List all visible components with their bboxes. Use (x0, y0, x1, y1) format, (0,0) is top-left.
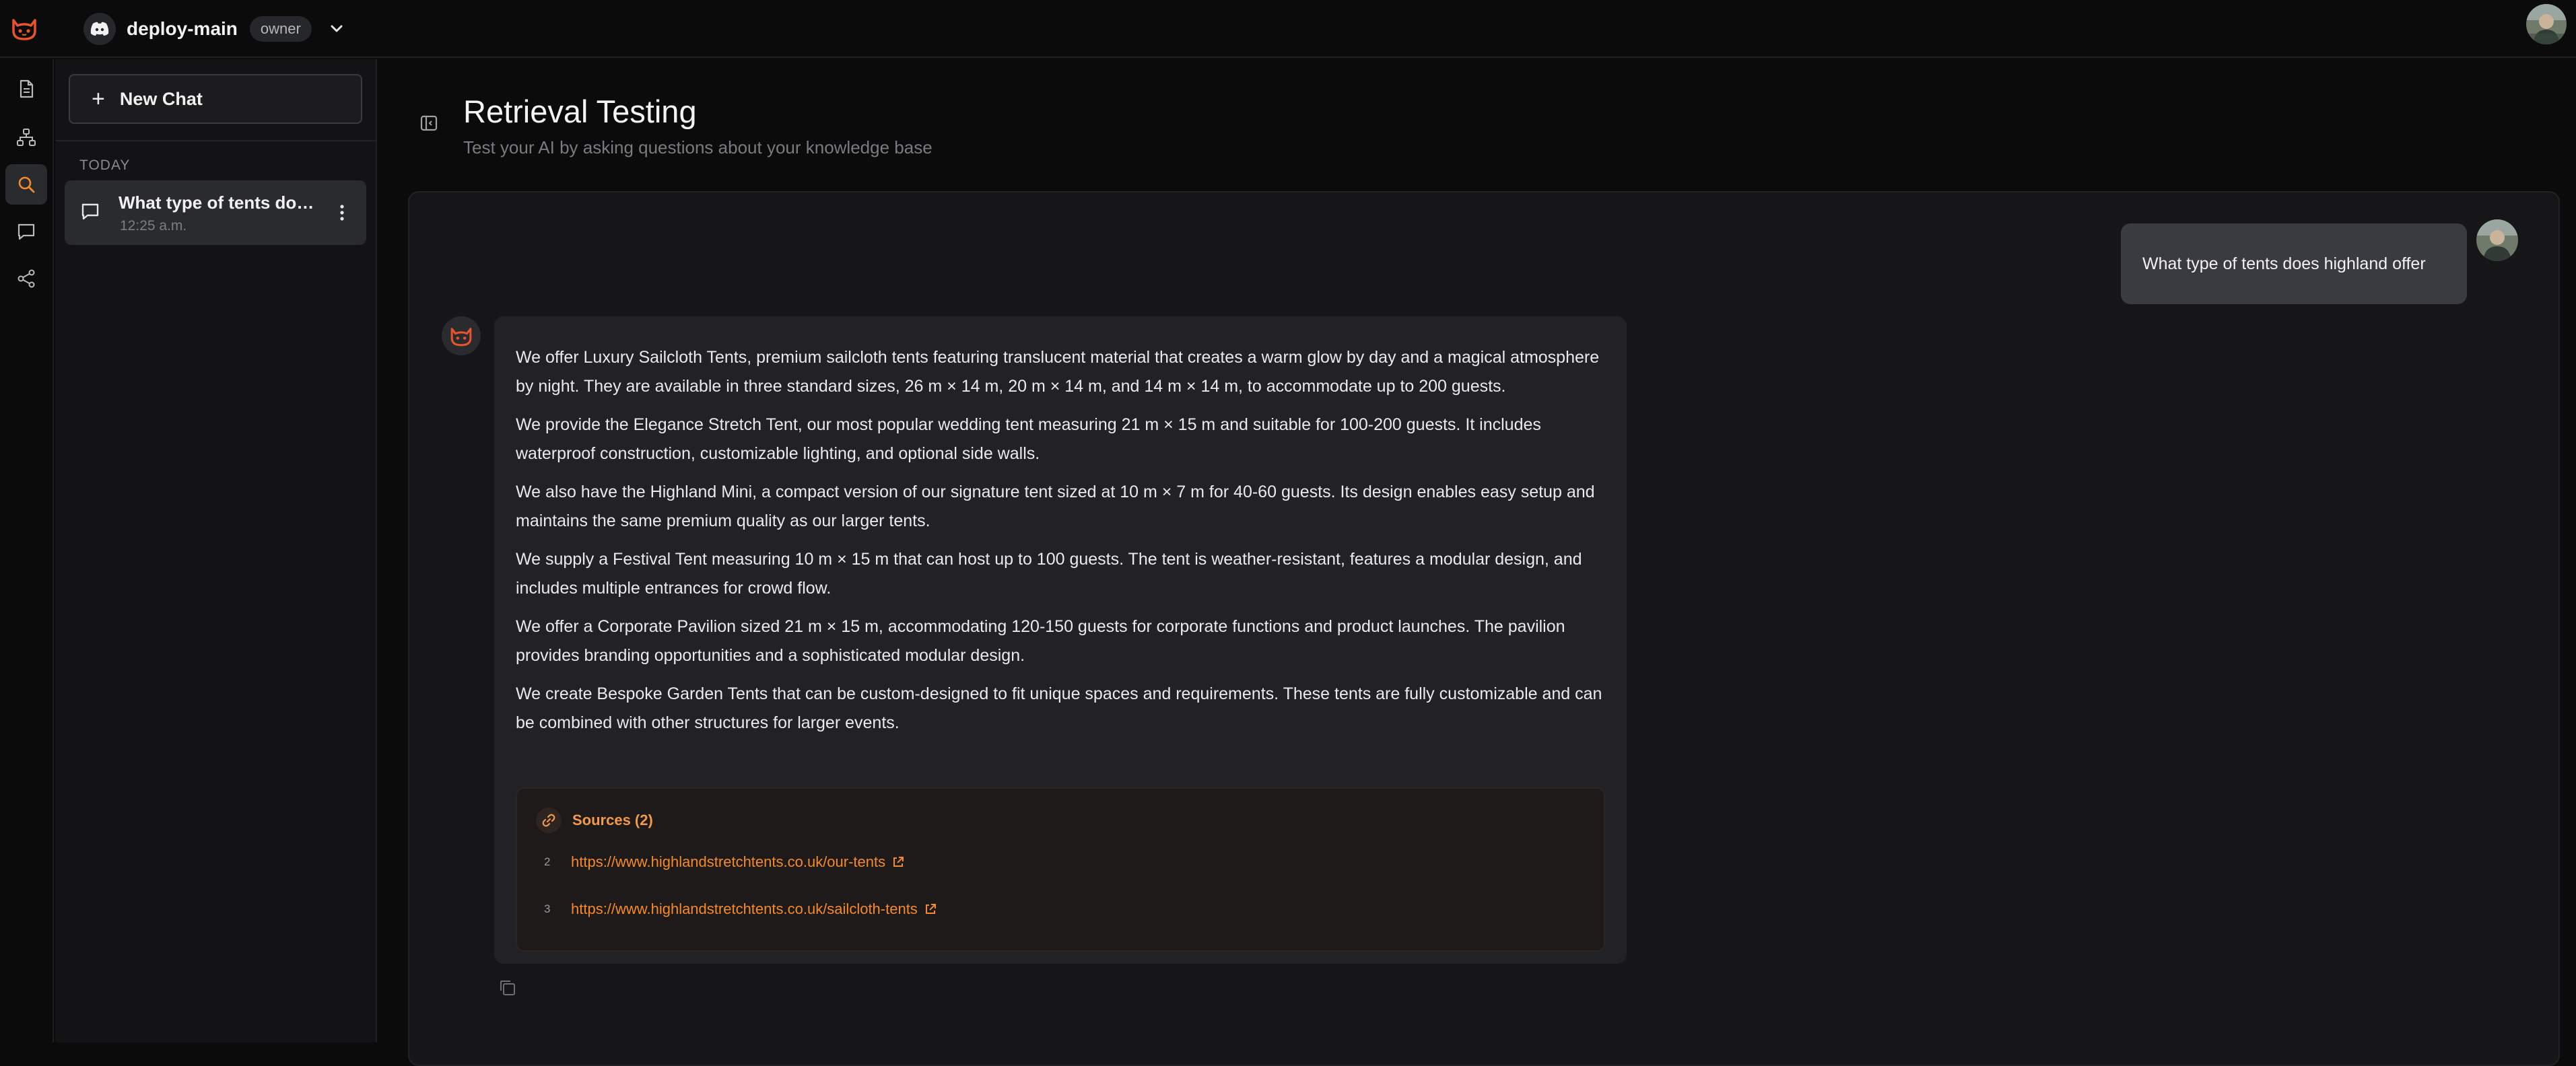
external-link-icon (891, 855, 906, 869)
top-bar: deploy-main owner (0, 0, 2576, 58)
source-link[interactable]: https://www.highlandstretchtents.co.uk/s… (571, 900, 918, 918)
assistant-avatar-icon (442, 316, 481, 355)
rail-documents[interactable] (5, 69, 47, 109)
assistant-message: We offer Luxury Sailcloth Tents, premium… (494, 316, 1627, 964)
sources-header[interactable]: Sources (2) (536, 808, 653, 833)
icon-rail (0, 59, 54, 1042)
app-logo-icon[interactable] (9, 13, 39, 43)
user-avatar[interactable] (2526, 4, 2567, 44)
share-icon (15, 268, 37, 289)
link-icon (536, 808, 562, 833)
plus-icon: + (92, 86, 105, 112)
chevron-down-icon[interactable] (327, 19, 347, 39)
external-link-icon (923, 902, 938, 917)
discord-icon (83, 13, 116, 45)
user-message: What type of tents does highland offer (2121, 223, 2467, 304)
search-icon (15, 174, 37, 195)
user-message-avatar (2476, 219, 2518, 261)
chat-history-item[interactable]: What type of tents doe... 12:25 a.m. (65, 180, 366, 245)
answer-paragraph: We also have the Highland Mini, a compac… (516, 483, 1595, 530)
sidebar-divider (55, 140, 377, 141)
copy-icon[interactable] (497, 977, 518, 999)
answer-paragraph: We offer Luxury Sailcloth Tents, premium… (516, 348, 1600, 396)
chat-title: What type of tents doe... (118, 192, 320, 213)
workspace-name: deploy-main (127, 18, 238, 39)
chat-sidebar: + New Chat TODAY What type of tents doe.… (55, 59, 377, 1042)
rail-chats[interactable] (5, 211, 47, 252)
page-subtitle: Test your AI by asking questions about y… (463, 137, 933, 157)
source-link[interactable]: https://www.highlandstretchtents.co.uk/o… (571, 853, 885, 871)
sources-box: Sources (2) 2 https://www.highlandstretc… (516, 787, 1605, 952)
role-badge: owner (249, 16, 312, 42)
message-square-icon (15, 221, 37, 242)
workspace-switcher[interactable]: deploy-main owner (83, 12, 347, 46)
source-number: 2 (544, 855, 551, 868)
more-vertical-icon[interactable] (329, 199, 355, 226)
page-title: Retrieval Testing (463, 94, 697, 129)
chat-bubble-icon (79, 201, 101, 222)
source-item[interactable]: 2 https://www.highlandstretchtents.co.uk… (544, 853, 906, 871)
source-number: 3 (544, 902, 551, 915)
new-chat-button[interactable]: + New Chat (69, 74, 362, 124)
chat-panel: What type of tents does highland offer W… (408, 191, 2560, 1066)
sources-label: Sources (2) (572, 812, 653, 828)
main-content: Retrieval Testing Test your AI by asking… (378, 59, 2576, 1066)
rail-share[interactable] (5, 258, 47, 299)
source-item[interactable]: 3 https://www.highlandstretchtents.co.uk… (544, 900, 938, 918)
new-chat-label: New Chat (119, 88, 203, 109)
answer-paragraph: We offer a Corporate Pavilion sized 21 m… (516, 617, 1565, 665)
chat-time: 12:25 a.m. (120, 218, 187, 234)
chat-group-label: TODAY (79, 157, 131, 173)
answer-paragraph: We supply a Festival Tent measuring 10 m… (516, 550, 1582, 598)
rail-retrieval[interactable] (5, 164, 47, 205)
document-icon (15, 78, 37, 100)
sidebar-toggle-icon[interactable] (419, 113, 439, 133)
hierarchy-icon (15, 127, 37, 148)
answer-paragraph: We provide the Elegance Stretch Tent, ou… (516, 415, 1541, 463)
rail-workflows[interactable] (5, 117, 47, 157)
answer-paragraph: We create Bespoke Garden Tents that can … (516, 684, 1602, 732)
